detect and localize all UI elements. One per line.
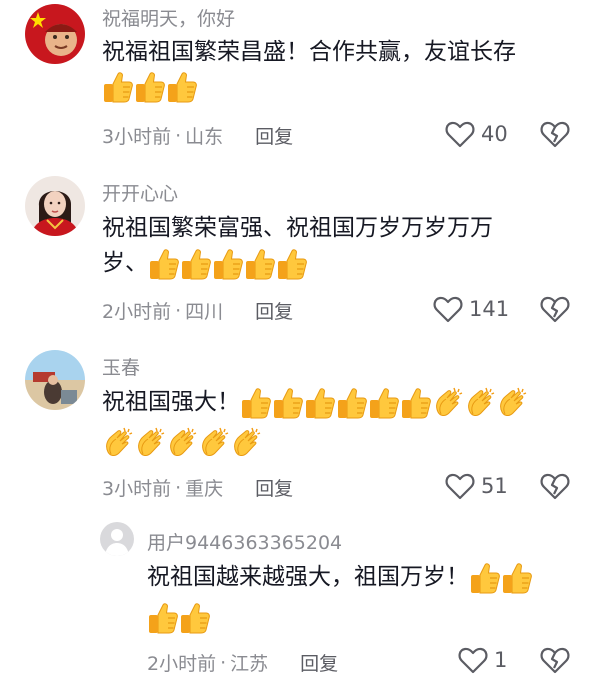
thumbs-up-icon <box>166 70 198 104</box>
dislike-button[interactable] <box>540 646 570 678</box>
user-avatar[interactable] <box>25 4 85 64</box>
comment-time: 3小时前 <box>102 126 172 148</box>
user-avatar[interactable] <box>25 176 85 236</box>
thumbs-up-icon <box>336 386 368 420</box>
like-button[interactable]: 51 <box>445 472 508 500</box>
thumbs-up-icon <box>147 601 179 635</box>
clapping-hands-icon <box>134 426 166 460</box>
emoji-row <box>102 426 528 466</box>
username[interactable]: 开开心心 <box>102 179 178 206</box>
emoji-row <box>148 247 308 281</box>
clapping-hands-icon <box>464 386 496 420</box>
heart-icon <box>445 473 475 500</box>
broken-heart-icon <box>540 296 570 323</box>
dislike-button[interactable] <box>540 472 570 504</box>
comment-location: 山东 <box>185 126 224 148</box>
clapping-hands-icon <box>198 426 230 460</box>
thumbs-up-icon <box>212 247 244 281</box>
like-count: 1 <box>494 648 508 672</box>
user-avatar[interactable] <box>25 350 85 410</box>
clapping-hands-icon <box>230 426 262 460</box>
thumbs-up-icon <box>102 70 134 104</box>
dislike-button[interactable] <box>540 120 570 152</box>
broken-heart-icon <box>540 647 570 674</box>
comment-text-fragment: 祝祖国越来越强大，祖国万岁！ <box>147 564 469 590</box>
broken-heart-icon <box>540 473 570 500</box>
clapping-hands-icon <box>432 386 464 420</box>
reply-button[interactable]: 回复 <box>255 474 293 501</box>
comment-meta: 3小时前 · 山东 回复 <box>102 122 293 149</box>
comment-text: 祝祖国强大！ <box>102 385 528 466</box>
comment-text: 祝祖国越来越强大，祖国万岁！ <box>147 560 533 641</box>
comment-time: 3小时前 <box>102 478 172 500</box>
comment-text: 祝福祖国繁荣昌盛！合作共赢，友谊长存 <box>102 35 516 110</box>
thumbs-up-icon <box>400 386 432 420</box>
comment-text-fragment: 岁、 <box>102 250 148 276</box>
comment-time: 2小时前 <box>147 653 217 675</box>
like-count: 141 <box>469 297 510 321</box>
thumbs-up-icon <box>240 386 272 420</box>
emoji-row <box>240 386 528 420</box>
heart-icon <box>433 296 463 323</box>
username[interactable]: 用户9446363365204 <box>147 528 342 555</box>
comment-meta: 2小时前 · 四川 回复 <box>102 297 293 324</box>
clapping-hands-icon <box>496 386 528 420</box>
emoji-row <box>147 601 533 641</box>
clapping-hands-icon <box>102 426 134 460</box>
reply-button[interactable]: 回复 <box>300 649 338 676</box>
comment-text-line: 祝祖国强大！ <box>102 385 528 420</box>
thumbs-up-icon <box>244 247 276 281</box>
thumbs-up-icon <box>148 247 180 281</box>
meta-separator: · <box>175 299 182 322</box>
comment-text: 祝祖国繁荣富强、祝祖国万岁万岁万万 岁、 <box>102 211 493 281</box>
thumbs-up-icon <box>272 386 304 420</box>
comment-location: 重庆 <box>185 478 224 500</box>
default-user-avatar-icon <box>100 522 134 556</box>
comment-location: 江苏 <box>230 653 269 675</box>
meta-separator: · <box>220 651 227 674</box>
thumbs-up-icon <box>469 561 501 595</box>
thumbs-up-icon <box>179 601 211 635</box>
like-button[interactable]: 1 <box>458 646 507 674</box>
beach-avatar-icon <box>25 350 85 410</box>
thumbs-up-icon <box>134 70 166 104</box>
thumbs-up-icon <box>276 247 308 281</box>
emoji-row <box>469 561 533 595</box>
thumbs-up-icon <box>501 561 533 595</box>
comment-meta: 2小时前 · 江苏 回复 <box>147 649 338 676</box>
woman-avatar-icon <box>25 176 85 236</box>
reply-button[interactable]: 回复 <box>255 122 293 149</box>
comment-time: 2小时前 <box>102 301 172 323</box>
meta-separator: · <box>175 476 182 499</box>
broken-heart-icon <box>540 121 570 148</box>
username[interactable]: 玉春 <box>102 353 140 380</box>
comment-text-line-2: 岁、 <box>102 246 493 281</box>
like-button[interactable]: 141 <box>433 295 509 323</box>
like-count: 51 <box>481 474 508 498</box>
comment-text-line: 祝祖国繁荣富强、祝祖国万岁万岁万万 <box>102 215 493 241</box>
like-button[interactable]: 40 <box>445 120 508 148</box>
dislike-button[interactable] <box>540 295 570 327</box>
thumbs-up-icon <box>368 386 400 420</box>
meta-separator: · <box>175 124 182 147</box>
thumbs-up-icon <box>180 247 212 281</box>
emoji-row <box>102 70 516 110</box>
comment-text-line: 祝福祖国繁荣昌盛！合作共赢，友谊长存 <box>102 39 516 65</box>
flag-avatar-icon <box>25 4 85 64</box>
comment-text-fragment: 祝祖国强大！ <box>102 389 240 415</box>
comment-meta: 3小时前 · 重庆 回复 <box>102 474 293 501</box>
heart-icon <box>458 647 488 674</box>
like-count: 40 <box>481 122 508 146</box>
clapping-hands-icon <box>166 426 198 460</box>
comment-text-line: 祝祖国越来越强大，祖国万岁！ <box>147 560 533 595</box>
comment-location: 四川 <box>185 301 224 323</box>
reply-button[interactable]: 回复 <box>255 297 293 324</box>
heart-icon <box>445 121 475 148</box>
username[interactable]: 祝福明天，你好 <box>102 4 235 31</box>
user-avatar[interactable] <box>100 522 134 556</box>
thumbs-up-icon <box>304 386 336 420</box>
